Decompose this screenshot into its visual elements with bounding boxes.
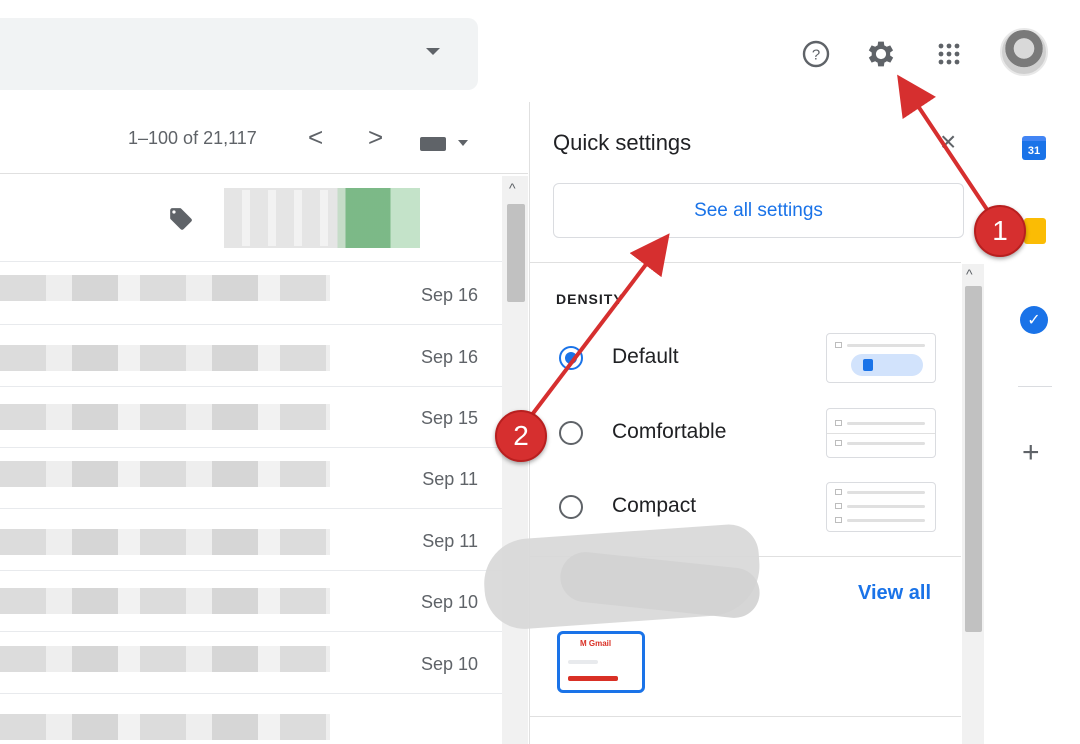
density-comfortable-label[interactable]: Comfortable	[612, 420, 726, 444]
preview-checkbox	[835, 503, 842, 509]
pixelated-sender	[0, 714, 330, 740]
pixelated-sender	[0, 345, 330, 371]
mail-date: Sep 11	[422, 531, 478, 551]
pixelated-sender	[0, 646, 330, 672]
preview-checkbox	[835, 342, 842, 348]
mail-date: Sep 15	[420, 408, 478, 428]
mail-row[interactable]: Sep 10	[0, 632, 502, 694]
search-bar[interactable]	[0, 18, 478, 90]
preview-checkbox	[835, 420, 842, 426]
preview-divider	[827, 433, 935, 434]
preview-checkbox	[835, 517, 842, 523]
theme-thumbnail[interactable]: M Gmail	[557, 631, 645, 693]
svg-text:?: ?	[812, 47, 820, 64]
annotation-badge-1: 1	[974, 205, 1026, 257]
pixelated-sender	[0, 529, 330, 555]
preview-line	[568, 676, 618, 681]
density-comfortable-preview[interactable]	[826, 408, 936, 458]
density-default-radio[interactable]	[559, 346, 583, 370]
mail-date: Sep 10	[420, 654, 478, 674]
search-options-caret-icon[interactable]	[426, 48, 440, 55]
apps-grid-icon[interactable]	[929, 34, 969, 74]
chevron-left-icon[interactable]: <	[308, 124, 323, 150]
keyboard-icon[interactable]	[420, 137, 446, 151]
mail-date: Sep 16	[420, 285, 478, 305]
tasks-icon[interactable]: ✓	[1020, 306, 1048, 334]
preview-line	[847, 491, 925, 494]
label-tag-icon	[168, 206, 194, 232]
mail-row[interactable]: Sep 15	[0, 386, 502, 448]
chevron-right-icon[interactable]: >	[368, 124, 383, 150]
density-compact-radio[interactable]	[559, 495, 583, 519]
density-default-label[interactable]: Default	[612, 345, 679, 369]
quick-settings-title: Quick settings	[553, 130, 692, 155]
mail-row[interactable]: Sep 11	[0, 509, 502, 571]
add-addon-icon[interactable]: +	[1022, 436, 1040, 470]
preview-checkbox	[835, 440, 842, 446]
preview-checkbox	[835, 489, 842, 495]
density-default-preview[interactable]	[826, 333, 936, 383]
pixelated-sender	[0, 461, 330, 487]
mail-row[interactable]: Sep 10	[0, 570, 502, 632]
keep-icon[interactable]	[1024, 218, 1046, 244]
side-panel	[991, 102, 1080, 744]
mail-list-scroll-thumb[interactable]	[507, 204, 525, 302]
pixelated-sender	[0, 404, 330, 430]
mail-row[interactable]: Sep 11	[0, 447, 502, 509]
divider	[529, 716, 961, 717]
density-heading: DENSITY	[556, 291, 624, 307]
preview-line	[847, 442, 925, 445]
preview-line	[568, 660, 598, 664]
preview-line	[847, 422, 925, 425]
mail-row[interactable]: Sep 16	[0, 263, 502, 325]
quick-settings-scroll-thumb[interactable]	[965, 286, 982, 632]
view-all-themes-link[interactable]: View all	[858, 582, 931, 605]
input-tools-caret-icon[interactable]	[458, 140, 468, 146]
density-comfortable-radio[interactable]	[559, 421, 583, 445]
gmail-logo: M Gmail	[580, 639, 612, 648]
close-icon[interactable]: ×	[940, 126, 956, 158]
mail-date: Sep 10	[420, 592, 478, 612]
document-icon	[863, 359, 873, 371]
scroll-up-arrow-icon[interactable]: ^	[509, 180, 516, 196]
pixelated-content	[224, 190, 334, 246]
gear-icon[interactable]	[861, 34, 901, 74]
preview-attachment-chip	[851, 354, 923, 376]
mail-row[interactable]	[0, 694, 502, 744]
pixelated-sender	[0, 588, 330, 614]
calendar-icon[interactable]: 31	[1022, 136, 1046, 160]
density-compact-label[interactable]: Compact	[612, 494, 696, 518]
help-icon[interactable]: ?	[796, 34, 836, 74]
preview-line	[847, 344, 925, 347]
see-all-settings-button[interactable]: See all settings	[553, 183, 964, 238]
divider	[1018, 386, 1052, 387]
pixelated-sender	[0, 275, 330, 301]
annotation-badge-2: 2	[495, 410, 547, 462]
mail-date: Sep 11	[422, 469, 478, 489]
mail-row[interactable]: Sep 16	[0, 325, 502, 387]
avatar[interactable]	[1000, 28, 1048, 76]
divider	[529, 262, 961, 263]
scroll-up-arrow-icon[interactable]: ^	[966, 266, 973, 282]
preview-line	[847, 519, 925, 522]
density-compact-preview[interactable]	[826, 482, 936, 532]
mail-toolbar	[0, 102, 528, 174]
mail-date: Sep 16	[420, 347, 478, 367]
preview-line	[847, 505, 925, 508]
pagination-text: 1–100 of 21,117	[128, 128, 257, 148]
